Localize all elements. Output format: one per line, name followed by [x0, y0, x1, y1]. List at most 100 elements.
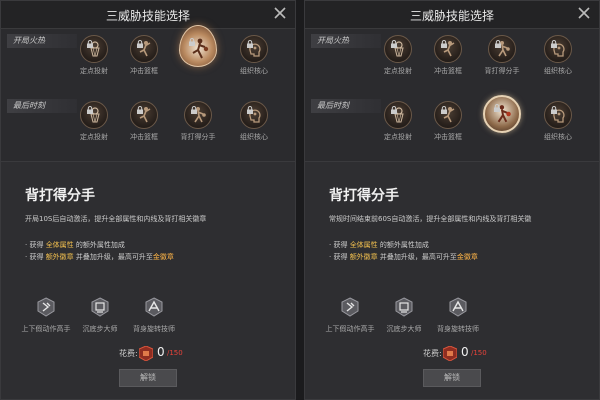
bullet-text: · 获得: [329, 241, 350, 249]
skill-row-hot-start: 定点投射 冲击篮框 背打得分手 组织核心: [305, 35, 599, 95]
skill-detail-title: 背打得分手: [25, 188, 95, 204]
skill-row-hot-start: 定点投射 冲击篮框 组织核心: [1, 25, 295, 95]
gem-box-icon: [139, 346, 153, 361]
skill-dunk[interactable]: 冲击篮框: [423, 35, 473, 76]
skill-row-final-moment: 定点投射 冲击篮框 组织核心: [305, 95, 599, 161]
badge-label: 沉底步大师: [386, 325, 422, 333]
skill-label: 组织核心: [240, 133, 268, 141]
close-icon[interactable]: [577, 6, 591, 20]
panel-title: 三威胁技能选择: [409, 9, 494, 23]
unlock-button[interactable]: 解锁: [119, 369, 177, 387]
skill-brain[interactable]: 组织核心: [229, 101, 279, 142]
panel-title: 三威胁技能选择: [105, 9, 190, 23]
lock-icon: [551, 40, 557, 48]
bullet-text: · 获得: [25, 253, 46, 261]
unlock-button[interactable]: 解锁: [423, 369, 481, 387]
skill-bullet-badges: · 获得 额外徽章 并叠加升级，最高可升至金徽章: [25, 252, 174, 262]
lock-icon: [137, 40, 143, 48]
dunk-icon: [130, 35, 158, 63]
skill-detail-description: 开局10S后自动激活，提升全部属性和内线及背打相关徽章: [25, 215, 207, 223]
skill-select-panel-right: 三威胁技能选择 开局火热 定点投射 冲击篮框 背打得分手 组织核心 最后时刻 定…: [304, 0, 600, 400]
bullet-highlight: 额外徽章: [45, 253, 74, 261]
badge-fake-move[interactable]: 上下假动作高手: [21, 297, 71, 334]
cost-label: 花费:: [119, 349, 138, 358]
cost-row: 花费: 0 /150: [423, 345, 543, 363]
bullet-text: 并叠加升级，最高可升至: [377, 253, 457, 261]
badge-fake-move[interactable]: 上下假动作高手: [325, 297, 375, 334]
cost-value: 0: [157, 345, 165, 359]
basket-shot-icon: [384, 35, 412, 63]
spin-icon: [145, 297, 163, 317]
skill-dunk[interactable]: 冲击篮框: [119, 35, 169, 76]
skill-bullet-attributes: · 获得 全体属性 的额外属性加成: [329, 240, 429, 250]
badge-drop-step[interactable]: 沉底步大师: [75, 297, 125, 334]
brain-icon: [240, 101, 268, 129]
bullet-text: 的额外属性加成: [377, 241, 429, 249]
fake-move-icon: [37, 297, 55, 317]
cost-label: 花费:: [423, 349, 442, 358]
cost-row: 花费: 0 /150: [119, 345, 239, 363]
skill-label: 组织核心: [544, 133, 572, 141]
skill-post-up[interactable]: 背打得分手: [173, 101, 223, 142]
skill-detail-title: 背打得分手: [329, 188, 399, 204]
brain-icon: [544, 35, 572, 63]
badge-label: 上下假动作高手: [325, 325, 375, 333]
drop-step-icon: [91, 297, 109, 317]
skill-label: 定点投射: [384, 67, 412, 75]
titlebar: 三威胁技能选择: [305, 1, 599, 29]
lock-icon: [247, 106, 253, 114]
brain-icon: [544, 101, 572, 129]
badge-label: 上下假动作高手: [21, 325, 71, 333]
skill-label: 背打得分手: [484, 67, 520, 75]
skill-brain[interactable]: 组织核心: [533, 101, 583, 142]
badge-list: 上下假动作高手 沉底步大师 背身旋转技师: [21, 297, 181, 337]
bullet-text: 并叠加升级，最高可升至: [73, 253, 153, 261]
lock-icon: [551, 106, 557, 114]
basket-shot-icon: [80, 101, 108, 129]
skill-fire-selected[interactable]: [173, 25, 223, 70]
skill-dunk[interactable]: 冲击篮框: [119, 101, 169, 142]
lock-icon: [247, 40, 253, 48]
close-icon[interactable]: [273, 6, 287, 20]
skill-row-final-moment: 定点投射 冲击篮框 背打得分手 组织核心: [1, 101, 295, 161]
bullet-highlight: 金徽章: [152, 253, 174, 261]
bullet-text: · 获得: [25, 241, 46, 249]
lock-icon: [87, 106, 93, 114]
skill-basket-shot[interactable]: 定点投射: [69, 101, 119, 142]
skill-label: 冲击篮框: [130, 67, 158, 75]
skill-post-up[interactable]: 背打得分手: [477, 35, 527, 76]
lock-icon: [391, 106, 397, 114]
skill-basket-shot[interactable]: 定点投射: [69, 35, 119, 76]
skill-select-panel-left: 三威胁技能选择 开局火热 定点投射 冲击篮框 组织核心 最后时刻 定点投射 冲击…: [0, 0, 296, 400]
lock-icon: [441, 40, 447, 48]
skill-post-up-selected[interactable]: [477, 95, 527, 136]
lock-icon: [137, 106, 143, 114]
basket-shot-icon: [384, 101, 412, 129]
skill-brain[interactable]: 组织核心: [229, 35, 279, 76]
gem-box-icon: [443, 346, 457, 361]
cost-value: 0: [461, 345, 469, 359]
badge-spin[interactable]: 背身旋转技师: [129, 297, 179, 334]
badge-label: 背身旋转技师: [133, 325, 175, 333]
skill-label: 定点投射: [80, 67, 108, 75]
badge-label: 背身旋转技师: [437, 325, 479, 333]
titlebar: 三威胁技能选择: [1, 1, 295, 29]
skill-label: 冲击篮框: [130, 133, 158, 141]
badge-drop-step[interactable]: 沉底步大师: [379, 297, 429, 334]
spin-icon: [449, 297, 467, 317]
skill-brain[interactable]: 组织核心: [533, 35, 583, 76]
post-up-icon: [488, 35, 516, 63]
skill-detail-description: 常规时间结束前60S自动激活，提升全部属性和内线及背打相关徽: [329, 215, 532, 223]
bullet-highlight: 额外徽章: [349, 253, 378, 261]
badge-spin[interactable]: 背身旋转技师: [433, 297, 483, 334]
skill-dunk[interactable]: 冲击篮框: [423, 101, 473, 142]
skill-basket-shot[interactable]: 定点投射: [373, 101, 423, 142]
dunk-icon: [130, 101, 158, 129]
bullet-highlight: 全体属性: [45, 241, 74, 249]
bullet-text: 的额外属性加成: [73, 241, 125, 249]
brain-icon: [240, 35, 268, 63]
skill-label: 组织核心: [240, 67, 268, 75]
skill-basket-shot[interactable]: 定点投射: [373, 35, 423, 76]
lock-icon: [441, 106, 447, 114]
lock-icon: [495, 40, 501, 48]
